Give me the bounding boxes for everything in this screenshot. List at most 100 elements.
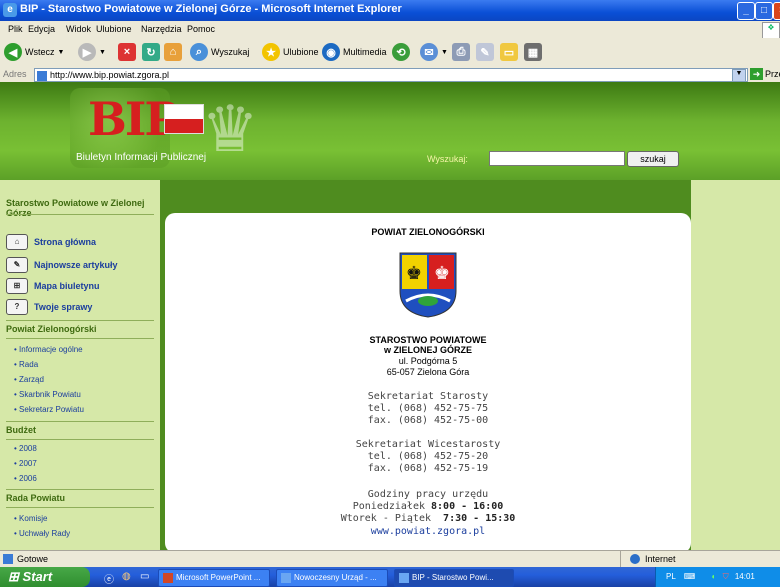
mail-icon: ✉ <box>420 43 438 61</box>
security-icon[interactable]: ⛉ <box>723 572 729 581</box>
divider <box>620 551 621 568</box>
back-button[interactable]: ◀ Wstecz ▼ <box>4 42 64 62</box>
refresh-button[interactable]: ↻ <box>142 42 160 62</box>
main-content: POWIAT ZIELONOGÓRSKI ♚ ♚ STAROSTWO POWIA… <box>165 213 691 550</box>
website-link[interactable]: www.powiat.zgora.pl <box>165 526 691 537</box>
task-label: Microsoft PowerPoint ... <box>176 573 261 582</box>
title-bar[interactable]: e BIP - Starostwo Powiatowe w Zielonej G… <box>0 0 780 21</box>
task-powerpoint[interactable]: Microsoft PowerPoint ... <box>158 569 270 587</box>
toolbar: ◀ Wstecz ▼ ▶ ▼ × ↻ ⌂ ⌕ Wyszukaj ★ Ulubio… <box>0 38 780 68</box>
divider <box>6 507 154 508</box>
edit-icon: ✎ <box>476 43 494 61</box>
nav-sitemap-label: Mapa biuletynu <box>34 281 100 291</box>
clock[interactable]: 14:01 <box>735 572 755 581</box>
secretariat-starosty-tel: tel. (068) 452-75-75 <box>367 403 489 414</box>
close-button[interactable]: × <box>773 2 780 20</box>
link-label: 2008 <box>19 444 37 453</box>
divider <box>6 320 154 321</box>
divider <box>6 489 154 490</box>
url-field[interactable]: http://www.bip.powiat.zgora.pl <box>34 68 748 82</box>
stop-button[interactable]: × <box>118 42 136 62</box>
keyboard-icon[interactable]: ⌨ <box>684 572 696 581</box>
divider <box>6 421 154 422</box>
status-bar: Gotowe Internet <box>0 550 780 568</box>
secretariat-starosty-fax: fax. (068) 452-75-00 <box>367 415 489 426</box>
link-label: Uchwały Rady <box>19 529 71 538</box>
menu-help[interactable]: Pomoc <box>187 24 215 34</box>
divider <box>6 439 154 440</box>
folder-button[interactable]: ▭ <box>500 42 518 62</box>
link-skarbnik[interactable]: • Skarbnik Powiatu <box>14 390 81 399</box>
menu-edit[interactable]: Edycja <box>28 24 55 34</box>
quick-launch-desktop-icon[interactable]: ▭ <box>140 571 149 582</box>
link-komisje[interactable]: • Komisje <box>14 514 47 523</box>
quick-launch-ie-icon[interactable]: ⓔ <box>104 571 114 586</box>
address-dropdown-button[interactable]: ▼ <box>732 69 746 82</box>
home-icon: ⌂ <box>6 234 28 250</box>
start-button[interactable]: ⊞ Start <box>0 567 90 587</box>
forward-button[interactable]: ▶ ▼ <box>78 42 106 62</box>
go-label: Przejdź <box>765 69 780 79</box>
right-column <box>691 180 780 550</box>
windows-flag-icon: ⊞ <box>8 569 19 584</box>
office-hours-monday: Poniedziałek 8:00 - 16:00 <box>165 501 691 512</box>
minimize-button[interactable]: _ <box>737 2 755 20</box>
menu-file[interactable]: Plik <box>8 24 23 34</box>
history-button[interactable]: ⟲ <box>392 42 410 62</box>
link-2007[interactable]: • 2007 <box>14 459 37 468</box>
go-button[interactable]: ➜ Przejdź <box>750 68 780 80</box>
language-indicator[interactable]: PL <box>666 572 676 581</box>
maximize-button[interactable]: □ <box>755 2 773 20</box>
edit-button[interactable]: ✎ <box>476 42 494 62</box>
task-bip[interactable]: BIP - Starostwo Powi... <box>394 569 514 587</box>
secretariat-wice: Sekretariat Wicestarosty <box>355 439 501 450</box>
nav-sitemap[interactable]: ⊞ Mapa biuletynu <box>6 278 100 294</box>
favorites-button[interactable]: ★ Ulubione <box>262 42 319 62</box>
menu-tools[interactable]: Narzędzia <box>141 24 182 34</box>
menu-view[interactable]: Widok <box>66 24 91 34</box>
link-informacje[interactable]: • Informacje ogólne <box>14 345 83 354</box>
link-rada[interactable]: • Rada <box>14 360 38 369</box>
nav-home[interactable]: ⌂ Strona główna <box>6 234 96 250</box>
network-icon[interactable]: ◐ <box>712 572 717 581</box>
dropdown-arrow-icon: ▼ <box>99 48 106 56</box>
search-button[interactable]: ⌕ Wyszukaj <box>190 42 249 62</box>
dropdown-arrow-icon: ▼ <box>57 48 65 56</box>
quick-launch-firefox-icon[interactable]: ◍ <box>122 571 131 582</box>
svg-text:♚: ♚ <box>406 263 422 283</box>
link-2008[interactable]: • 2008 <box>14 444 37 453</box>
link-label: Sekretarz Powiatu <box>19 405 84 414</box>
task-nowoczesny-urzad[interactable]: Nowoczesny Urząd - ... <box>276 569 388 587</box>
site-search-button[interactable]: szukaj <box>627 151 679 167</box>
url-text: http://www.bip.powiat.zgora.pl <box>50 70 170 80</box>
zone-text: Internet <box>645 554 676 564</box>
link-zarzad[interactable]: • Zarząd <box>14 375 44 384</box>
status-text: Gotowe <box>17 554 49 564</box>
multimedia-button[interactable]: ◉ Multimedia <box>322 42 387 62</box>
site-search-input[interactable] <box>489 151 625 166</box>
folder-icon: ▭ <box>500 43 518 61</box>
research-button[interactable]: ▦ <box>524 42 542 62</box>
office-name-line1: STAROSTWO POWIATOWE <box>369 335 487 345</box>
secretariat-wice-tel: tel. (068) 452-75-20 <box>367 451 489 462</box>
hours-value: 7:30 - 15:30 <box>443 513 516 524</box>
print-button[interactable]: ⎙ <box>452 42 470 62</box>
help-icon: ? <box>6 299 28 315</box>
link-2006[interactable]: • 2006 <box>14 474 37 483</box>
nav-latest[interactable]: ✎ Najnowsze artykuły <box>6 257 118 273</box>
link-label: Skarbnik Powiatu <box>19 390 81 399</box>
mail-button[interactable]: ✉ ▼ <box>420 42 448 62</box>
nav-your-cases[interactable]: ? Twoje sprawy <box>6 299 92 315</box>
home-button[interactable]: ⌂ <box>164 42 182 62</box>
menu-favorites[interactable]: Ulubione <box>96 24 132 34</box>
link-uchwaly[interactable]: • Uchwały Rady <box>14 529 70 538</box>
hours-value: 8:00 - 16:00 <box>431 501 504 512</box>
stop-icon: × <box>118 43 136 61</box>
divider <box>6 214 154 215</box>
secretariat-starosty: Sekretariat Starosty <box>367 391 489 402</box>
print-icon: ⎙ <box>452 43 470 61</box>
link-sekretarz[interactable]: • Sekretarz Powiatu <box>14 405 84 414</box>
sitemap-icon: ⊞ <box>6 278 28 294</box>
star-icon: ★ <box>262 43 280 61</box>
hours-label: Poniedziałek <box>352 501 425 512</box>
